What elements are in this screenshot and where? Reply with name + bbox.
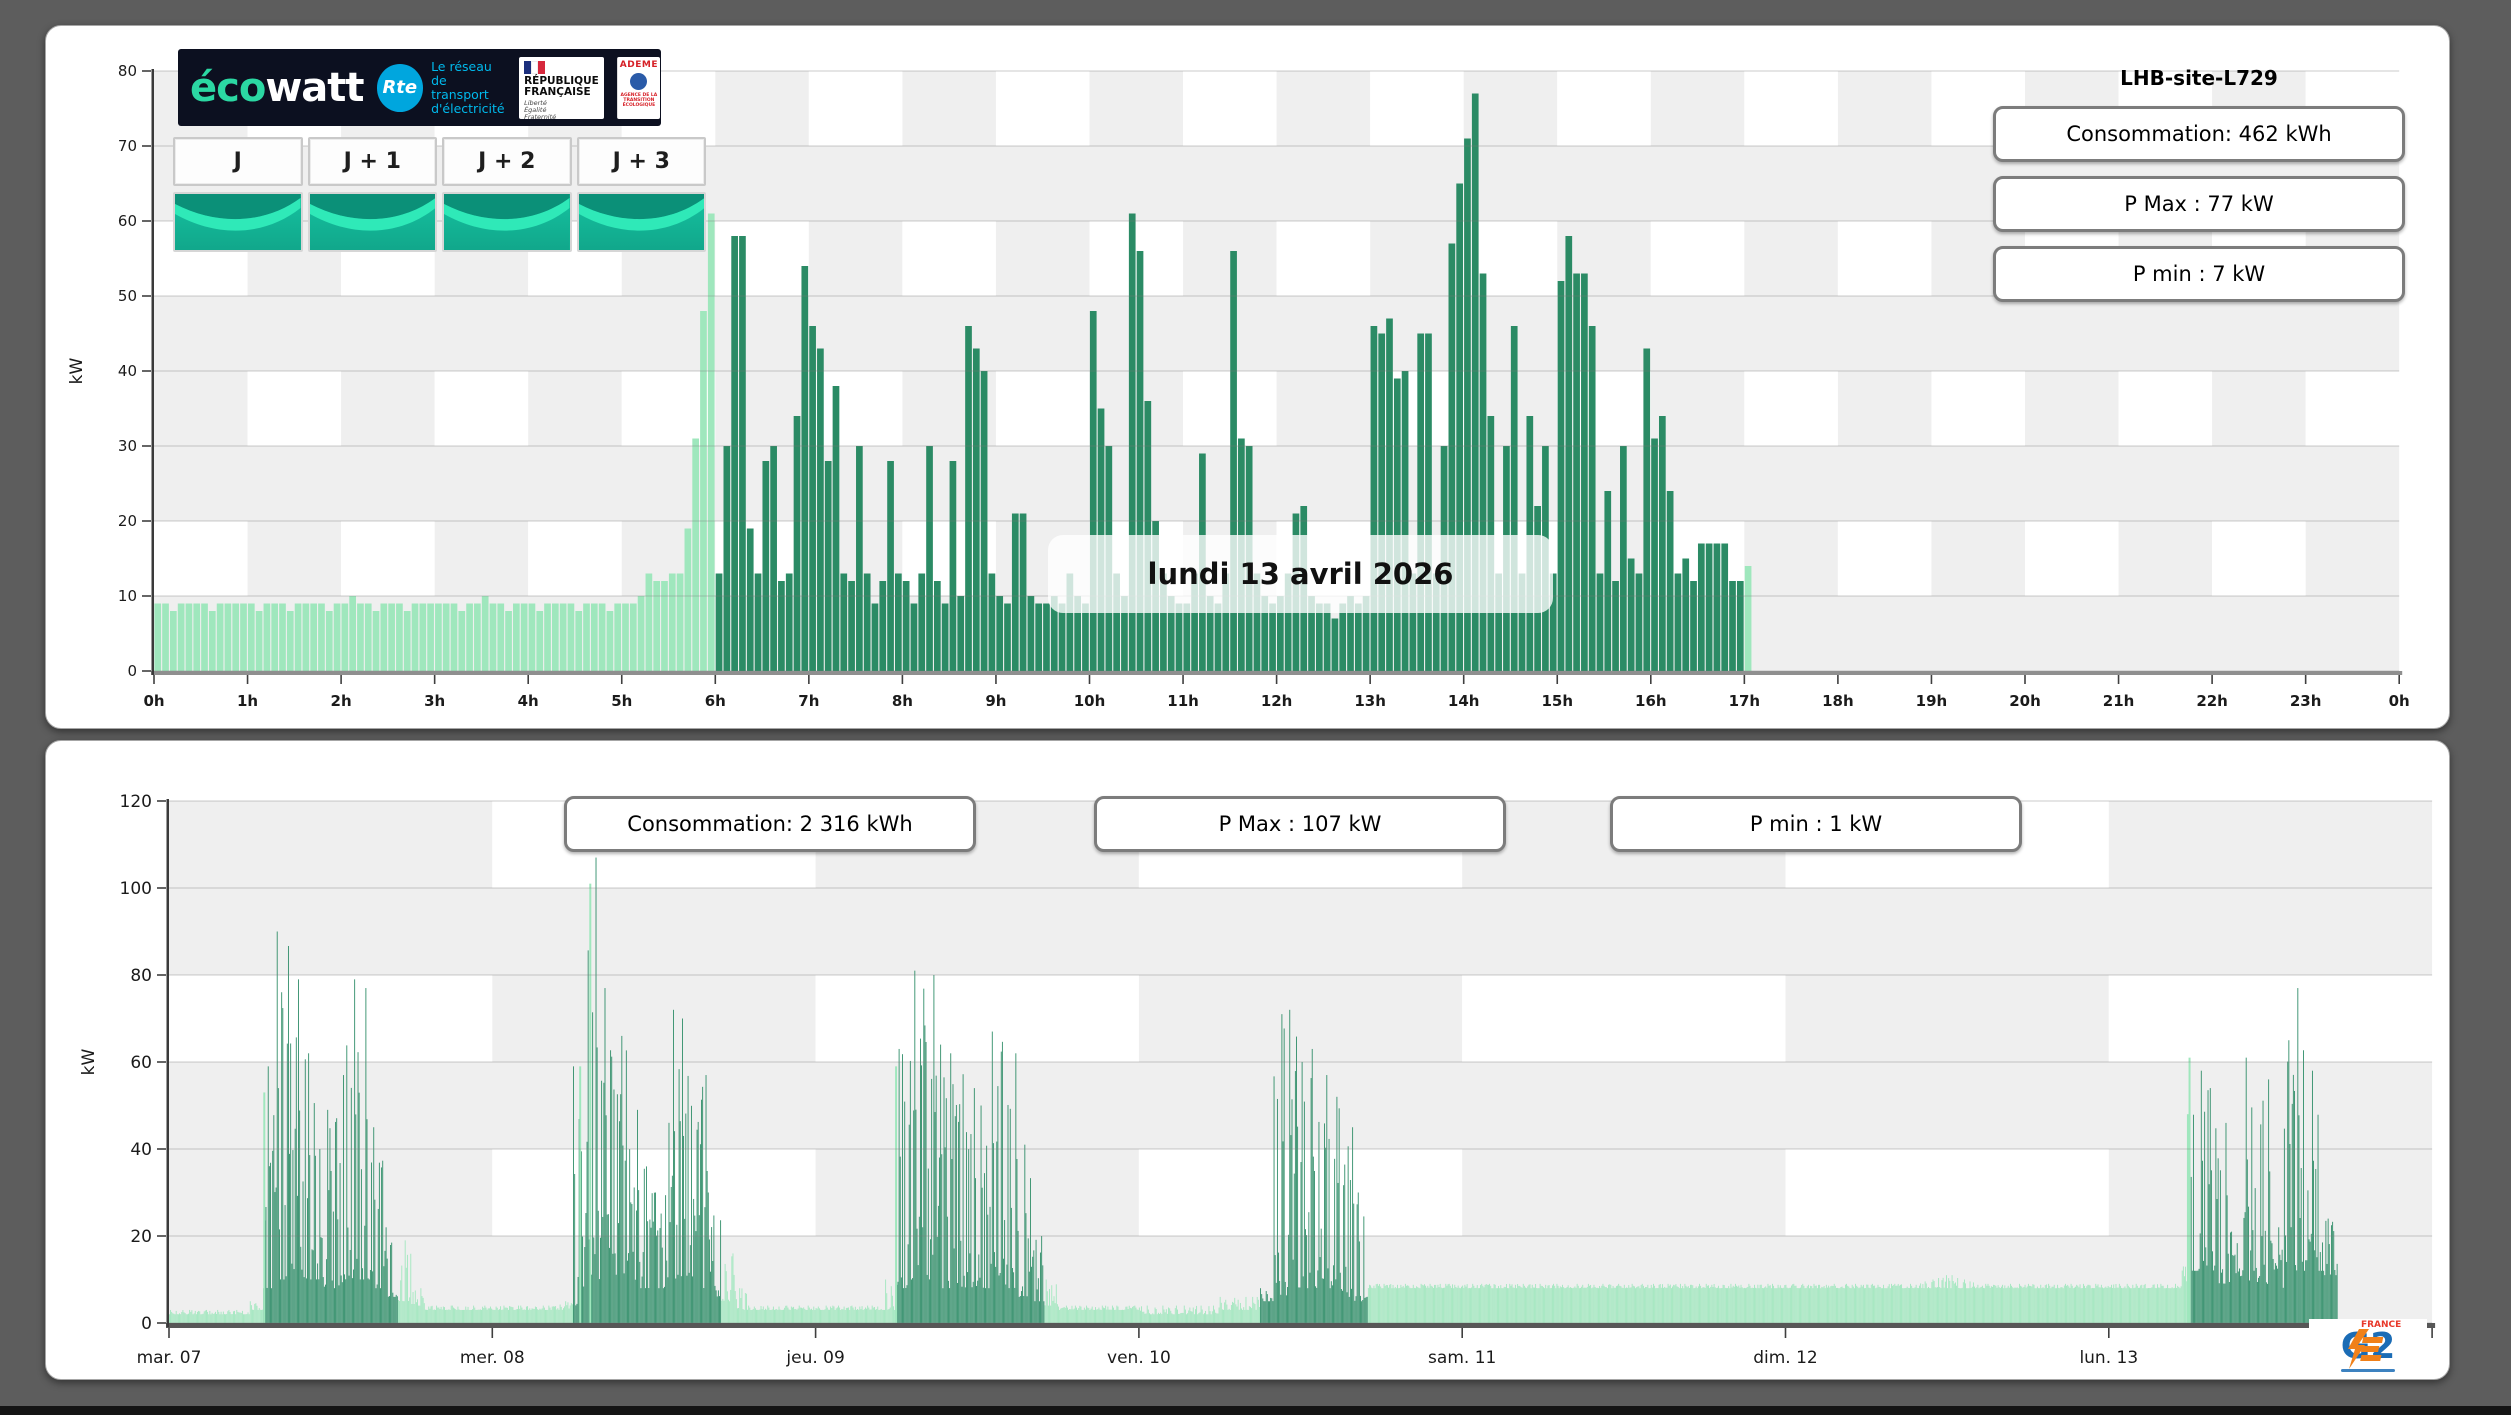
day-button-j-plus-3[interactable]: J + 3 xyxy=(576,137,706,186)
svg-text:12h: 12h xyxy=(1261,692,1293,710)
weekly-chart-panel: mar. 07 mer. 08 jeu. 09 ven. 10 sam. 11 dim. … xyxy=(45,740,2450,1380)
daily-chart-panel: 0h 1h 2h 3h 4h 5h 6h 7h 8h 9h 10h 11h 12h 13h 14h 15h 16… xyxy=(45,25,2450,729)
svg-text:70: 70 xyxy=(118,137,137,155)
svg-text:120: 120 xyxy=(120,792,152,812)
ecowatt-rte-logo: écowatt Rte Le réseau de transport d'élect… xyxy=(178,49,661,126)
svg-text:jeu. 09: jeu. 09 xyxy=(785,1348,844,1368)
svg-text:5h: 5h xyxy=(611,692,632,710)
svg-text:40: 40 xyxy=(130,1140,152,1160)
daily-pmax-badge: P Max : 77 kW xyxy=(1993,176,2405,232)
daily-pmin-badge: P min : 7 kW xyxy=(1993,246,2405,302)
svg-text:mar. 07: mar. 07 xyxy=(137,1348,202,1368)
svg-text:20: 20 xyxy=(118,512,137,530)
weekly-consumption-value: Consommation: 2 316 kWh xyxy=(627,812,913,836)
svg-text:13h: 13h xyxy=(1354,692,1386,710)
svg-text:22h: 22h xyxy=(2196,692,2228,710)
svg-text:4h: 4h xyxy=(518,692,539,710)
svg-text:60: 60 xyxy=(130,1053,152,1073)
svg-text:18h: 18h xyxy=(1822,692,1854,710)
g2e-tagline xyxy=(2340,1369,2396,1372)
svg-text:17h: 17h xyxy=(1729,692,1761,710)
ecowatt-signal-1 xyxy=(307,192,437,252)
g2e-logo: G2 FRANCE xyxy=(2309,1319,2427,1375)
svg-text:30: 30 xyxy=(118,437,137,455)
ecowatt-wordmark: écowatt xyxy=(190,64,365,111)
ademe-globe-icon xyxy=(630,72,648,90)
svg-text:3h: 3h xyxy=(424,692,445,710)
republique-text: RÉPUBLIQUE FRANÇAISE xyxy=(524,74,599,98)
svg-text:10: 10 xyxy=(118,587,137,605)
svg-text:0h: 0h xyxy=(143,692,164,710)
weekly-pmax-badge: P Max : 107 kW xyxy=(1094,796,1506,852)
weekly-consumption-badge: Consommation: 2 316 kWh xyxy=(564,796,976,852)
daily-consumption-value: Consommation: 462 kWh xyxy=(2066,122,2332,146)
rte-tagline: Le réseau de transport d'électricité xyxy=(431,58,505,116)
svg-text:mer. 08: mer. 08 xyxy=(460,1348,525,1368)
site-title: LHB-site-L729 xyxy=(2120,66,2278,90)
day-button-j-plus-1[interactable]: J + 1 xyxy=(307,137,437,186)
daily-pmin-value: P min : 7 kW xyxy=(2132,262,2266,286)
svg-text:80: 80 xyxy=(130,966,152,986)
svg-text:kW: kW xyxy=(79,1048,99,1075)
rte-circle-icon: Rte xyxy=(376,63,424,112)
rte-logo: Rte Le réseau de transport d'électricité xyxy=(376,58,507,116)
g2e-bolt-icon xyxy=(2347,1329,2383,1369)
svg-text:8h: 8h xyxy=(892,692,913,710)
svg-text:1h: 1h xyxy=(237,692,258,710)
screen-edge xyxy=(0,1406,2511,1415)
svg-text:50: 50 xyxy=(118,287,137,305)
day-button-j-plus-2[interactable]: J + 2 xyxy=(442,137,572,186)
french-flag-icon xyxy=(524,60,599,74)
svg-text:40: 40 xyxy=(118,362,137,380)
svg-text:60: 60 xyxy=(118,212,137,230)
day-button-j[interactable]: J xyxy=(173,137,303,186)
svg-text:9h: 9h xyxy=(985,692,1006,710)
svg-text:10h: 10h xyxy=(1074,692,1106,710)
date-label: lundi 13 avril 2026 xyxy=(1048,535,1553,613)
svg-text:11h: 11h xyxy=(1167,692,1199,710)
daily-consumption-badge: Consommation: 462 kWh xyxy=(1993,106,2405,162)
svg-text:20: 20 xyxy=(130,1227,152,1247)
weekly-pmin-badge: P min : 1 kW xyxy=(1610,796,2022,852)
svg-text:sam. 11: sam. 11 xyxy=(1428,1348,1496,1368)
svg-text:6h: 6h xyxy=(705,692,726,710)
svg-text:80: 80 xyxy=(118,62,137,80)
svg-text:2h: 2h xyxy=(331,692,352,710)
svg-text:15h: 15h xyxy=(1541,692,1573,710)
svg-text:kW: kW xyxy=(67,357,87,384)
svg-text:19h: 19h xyxy=(1916,692,1948,710)
dashboard: 0h 1h 2h 3h 4h 5h 6h 7h 8h 9h 10h 11h 12h 13h 14h 15h 16… xyxy=(0,0,2511,1415)
daily-pmax-value: P Max : 77 kW xyxy=(2124,192,2274,216)
g2e-france-label: FRANCE xyxy=(2360,1320,2402,1330)
svg-text:20h: 20h xyxy=(2009,692,2041,710)
svg-text:lun. 13: lun. 13 xyxy=(2079,1348,2138,1368)
weekly-pmin-value: P min : 1 kW xyxy=(1749,812,1883,836)
ecowatt-signal-0 xyxy=(173,192,303,252)
motto-text: Liberté Égalité Fraternité xyxy=(524,98,557,121)
svg-text:7h: 7h xyxy=(798,692,819,710)
svg-text:0h: 0h xyxy=(2389,692,2410,710)
svg-text:21h: 21h xyxy=(2103,692,2135,710)
svg-text:dim. 12: dim. 12 xyxy=(1753,1348,1818,1368)
ecowatt-signal-2 xyxy=(442,192,572,252)
svg-text:16h: 16h xyxy=(1635,692,1667,710)
svg-text:14h: 14h xyxy=(1448,692,1480,710)
svg-text:0: 0 xyxy=(127,662,137,680)
ademe-logo: ADEME AGENCE DE LA TRANSITION ÉCOLOGIQUE xyxy=(616,56,660,119)
svg-text:23h: 23h xyxy=(2290,692,2322,710)
weekly-pmax-value: P Max : 107 kW xyxy=(1218,812,1382,836)
svg-text:0: 0 xyxy=(141,1314,152,1334)
ecowatt-signal-3 xyxy=(576,192,706,252)
svg-text:100: 100 xyxy=(120,879,152,899)
republique-francaise-emblem: RÉPUBLIQUE FRANÇAISE Liberté Égalité Frater… xyxy=(519,56,604,121)
day-selector: JJ + 1J + 2J + 3 xyxy=(173,137,706,252)
svg-text:ven. 10: ven. 10 xyxy=(1107,1348,1171,1368)
